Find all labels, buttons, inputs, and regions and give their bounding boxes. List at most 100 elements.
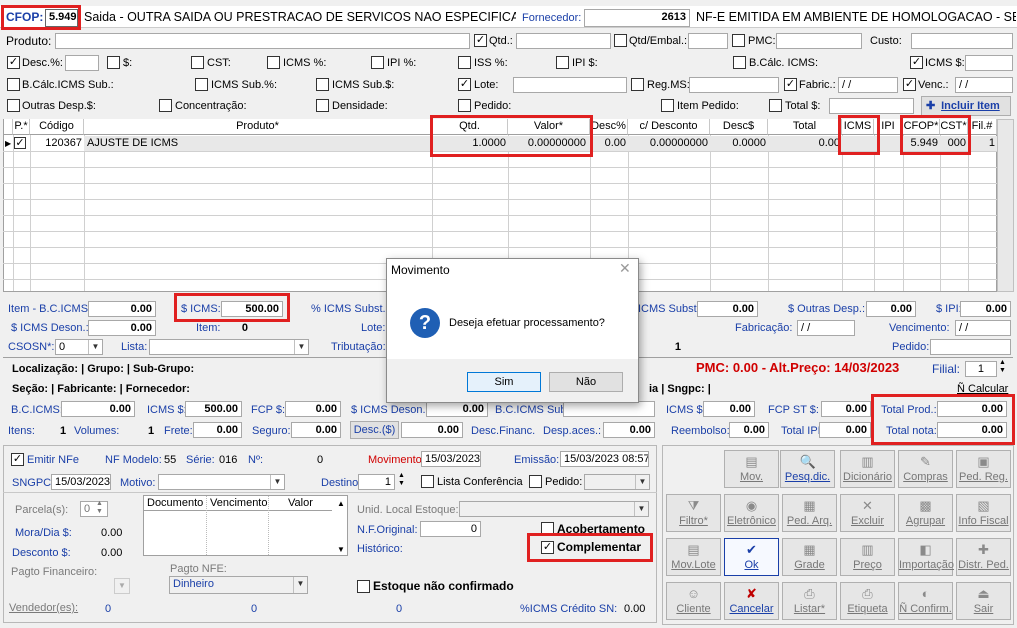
unid-estoque-select[interactable]: ▼ [459,501,649,517]
col-c-desconto[interactable]: c/ Desconto [628,119,710,135]
icms-dollar-input[interactable] [965,55,1013,71]
cfop-input[interactable]: 5.949 [45,9,78,27]
vencimento-input[interactable]: / / [955,320,1011,336]
tot-bc-icms-input[interactable]: 0.00 [61,401,135,417]
produto-input[interactable] [55,33,470,49]
ipi-pct-checkbox[interactable] [371,56,384,69]
cst-checkbox[interactable] [191,56,204,69]
col-cst[interactable]: CST* [940,119,968,135]
fabric-checkbox[interactable]: ✓ [784,78,797,91]
toolbar-button-pesq-dic[interactable]: 🔍 Pesq.dic. [780,450,835,488]
pedido-bottom-checkbox[interactable] [529,475,542,488]
total-dollar-input[interactable] [829,98,914,114]
pedido-checkbox[interactable] [458,99,471,112]
total-ipi-input[interactable]: 0.00 [819,422,871,438]
toolbar-button-ped-reg[interactable]: ▣ Ped. Reg. [956,450,1011,488]
toolbar-button-etiqueta[interactable]: ⎙ Etiqueta [840,582,895,620]
tot-icms-deson-input[interactable]: 0.00 [426,401,488,417]
scroll-up-icon[interactable]: ▲ [337,497,345,511]
pmc-input[interactable] [776,33,862,49]
lista-select[interactable]: ▼ [149,339,309,355]
movimento-input[interactable]: 15/03/2023 [421,451,481,467]
pedido-bottom-select[interactable]: ▼ [584,474,650,490]
nf-original-input[interactable]: 0 [420,521,481,537]
desc-pct-input[interactable] [65,55,99,71]
toolbar-button-confirm[interactable]: ◐ Ñ Confirm. [898,582,953,620]
grid-scrollbar[interactable] [997,119,1014,292]
dollar-checkbox[interactable] [107,56,120,69]
icms-deson-input[interactable]: 0.00 [88,320,156,336]
qtd-input[interactable] [516,33,611,49]
toolbar-button-listar[interactable]: ⎙ Listar* [782,582,837,620]
pagto-nfe-select[interactable]: Dinheiro ▼ [169,576,308,594]
fornecedor-input[interactable]: 2613 [584,9,690,27]
toolbar-button-importa-o[interactable]: ◧ Importação [898,538,954,576]
col-ipi[interactable]: IPI [874,119,903,135]
toolbar-button-mov[interactable]: ▤ Mov. [724,450,779,488]
desp-aces-input[interactable]: 0.00 [603,422,655,438]
col-qtd[interactable]: Qtd. [432,119,508,135]
col-fil[interactable]: Fil.# [968,119,997,135]
row-select-checkbox[interactable]: ✓ [14,137,26,149]
toolbar-button-mov-lote[interactable]: ▤ Mov.Lote [666,538,721,576]
frete-input[interactable]: 0.00 [193,422,242,438]
motivo-select[interactable]: ▼ [158,474,285,490]
scroll-down-icon[interactable]: ▼ [337,543,345,557]
toolbar-button-compras[interactable]: ✎ Compras [898,450,953,488]
acobertamento-checkbox[interactable] [541,522,554,535]
reembolso-input[interactable]: 0.00 [729,422,769,438]
tot-fcp-st-input[interactable]: 0.00 [821,401,871,417]
col-icms[interactable]: ICMS [842,119,874,135]
yes-button[interactable]: Sim [467,372,541,392]
icms-sub-dollar-checkbox[interactable] [316,78,329,91]
toolbar-button-cliente[interactable]: ☺ Cliente [666,582,721,620]
desc-button[interactable]: Desc.($) [350,421,399,439]
toolbar-button-filtro[interactable]: ⧩ Filtro* [666,494,721,532]
item-outras-desp-input[interactable]: 0.00 [866,301,916,317]
incluir-item-button[interactable]: ✚ Incluir Item [921,96,1011,116]
col-valor[interactable]: Valor* [508,119,590,135]
venc-input[interactable]: / / [955,77,1013,93]
toolbar-button-grade[interactable]: ▦ Grade [782,538,837,576]
lista-conf-checkbox[interactable] [421,475,434,488]
close-icon[interactable]: ✕ [619,261,631,275]
col-cfop[interactable]: CFOP* [903,119,940,135]
desc-input[interactable]: 0.00 [401,422,463,438]
parcelas-stepper[interactable]: 0 [80,501,108,517]
iss-pct-checkbox[interactable] [458,56,471,69]
toolbar-button-info-fiscal[interactable]: ▧ Info Fiscal [956,494,1011,532]
estoque-nc-checkbox[interactable] [357,580,370,593]
fabric-input[interactable]: / / [838,77,898,93]
total-prod-input[interactable]: 0.00 [937,401,1007,417]
reg-ms-input[interactable] [689,77,779,93]
toolbar-button-distr-ped[interactable]: ✚ Distr. Ped. [956,538,1011,576]
toolbar-button-excluir[interactable]: ✕ Excluir [840,494,895,532]
sngpc-input[interactable]: 15/03/2023 [51,474,111,490]
tot-fcp-input[interactable]: 0.00 [285,401,341,417]
outras-desp-checkbox[interactable] [7,99,20,112]
icms-sub-pct-checkbox[interactable] [195,78,208,91]
toolbar-button-ok[interactable]: ✔ Ok [724,538,779,576]
col-codigo[interactable]: Código [30,119,84,135]
filial-stepper[interactable]: 1 [965,361,997,377]
col-p[interactable]: P.* [13,119,30,135]
complementar-checkbox[interactable]: ✓ [541,541,554,554]
icms-dollar-checkbox[interactable]: ✓ [910,56,923,69]
custo-input[interactable] [911,33,1013,49]
col-desc-dollar[interactable]: Desc$ [710,119,768,135]
icms-pct-checkbox[interactable] [267,56,280,69]
toolbar-button-dicion-rio[interactable]: ▥ Dicionário [840,450,895,488]
col-desc-pct[interactable]: Desc% [590,119,628,135]
qtd-embal-checkbox[interactable] [614,34,627,47]
tot-bc-icms-sub-input[interactable] [563,401,655,417]
reg-ms-checkbox[interactable] [631,78,644,91]
item-ipi-input[interactable]: 0.00 [960,301,1011,317]
toolbar-button-agrupar[interactable]: ▩ Agrupar [898,494,953,532]
toolbar-button-cancelar[interactable]: ✘ Cancelar [724,582,779,620]
tot-icms-input[interactable]: 500.00 [185,401,242,417]
lote-checkbox[interactable]: ✓ [458,78,471,91]
item-icms-input[interactable]: 500.00 [221,301,283,317]
toolbar-button-sair[interactable]: ⏏ Sair [956,582,1011,620]
total-dollar-checkbox[interactable] [769,99,782,112]
emissao-input[interactable]: 15/03/2023 08:57 [560,451,649,467]
